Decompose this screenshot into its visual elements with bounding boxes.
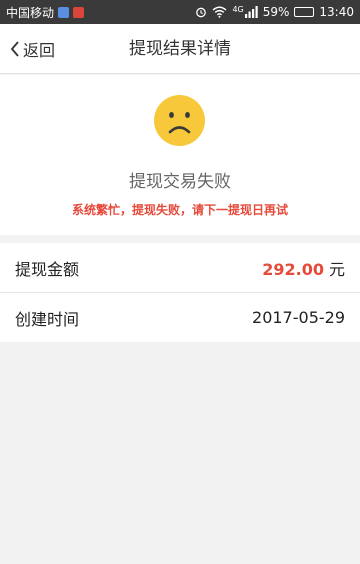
- amount-unit: 元: [328, 259, 345, 279]
- clock: 13:40: [319, 5, 354, 19]
- nav-bar: 返回 提现结果详情: [0, 24, 360, 74]
- back-button[interactable]: 返回: [10, 24, 55, 74]
- status-right: 4G 59% 13:40: [195, 5, 354, 19]
- battery-percent: 59%: [262, 5, 290, 19]
- sad-face-icon: [154, 95, 205, 146]
- carrier-name: 中国移动: [6, 5, 55, 20]
- status-left: 中国移动: [6, 4, 85, 21]
- wifi-icon: [212, 6, 227, 18]
- detail-list: 提现金额 292.00 元 创建时间 2017-05-29: [0, 243, 360, 342]
- chevron-left-icon: [10, 41, 19, 57]
- created-time-value: 2017-05-29: [252, 308, 345, 327]
- status-bar: 中国移动 4G 59% 13:40: [0, 0, 360, 24]
- amount-value: 292.00: [262, 259, 324, 279]
- alarm-icon: [196, 7, 207, 18]
- created-time-row: 创建时间 2017-05-29: [0, 292, 360, 342]
- network-type: 4G: [232, 4, 244, 14]
- result-title: 提现交易失败: [129, 172, 231, 192]
- notification-app-icon: [73, 6, 85, 18]
- security-app-icon: [58, 6, 70, 18]
- amount-row: 提现金额 292.00 元: [0, 243, 360, 292]
- result-message: 系统繁忙，提现失败，请下一提现日再试: [71, 203, 288, 217]
- back-label: 返回: [23, 41, 56, 60]
- created-time-label: 创建时间: [15, 309, 80, 329]
- battery-icon: [294, 7, 315, 17]
- amount-value-group: 292.00 元: [262, 256, 345, 280]
- signal-icon: [244, 6, 258, 18]
- amount-label: 提现金额: [15, 259, 80, 279]
- result-panel: 提现交易失败 系统繁忙，提现失败，请下一提现日再试: [0, 75, 360, 235]
